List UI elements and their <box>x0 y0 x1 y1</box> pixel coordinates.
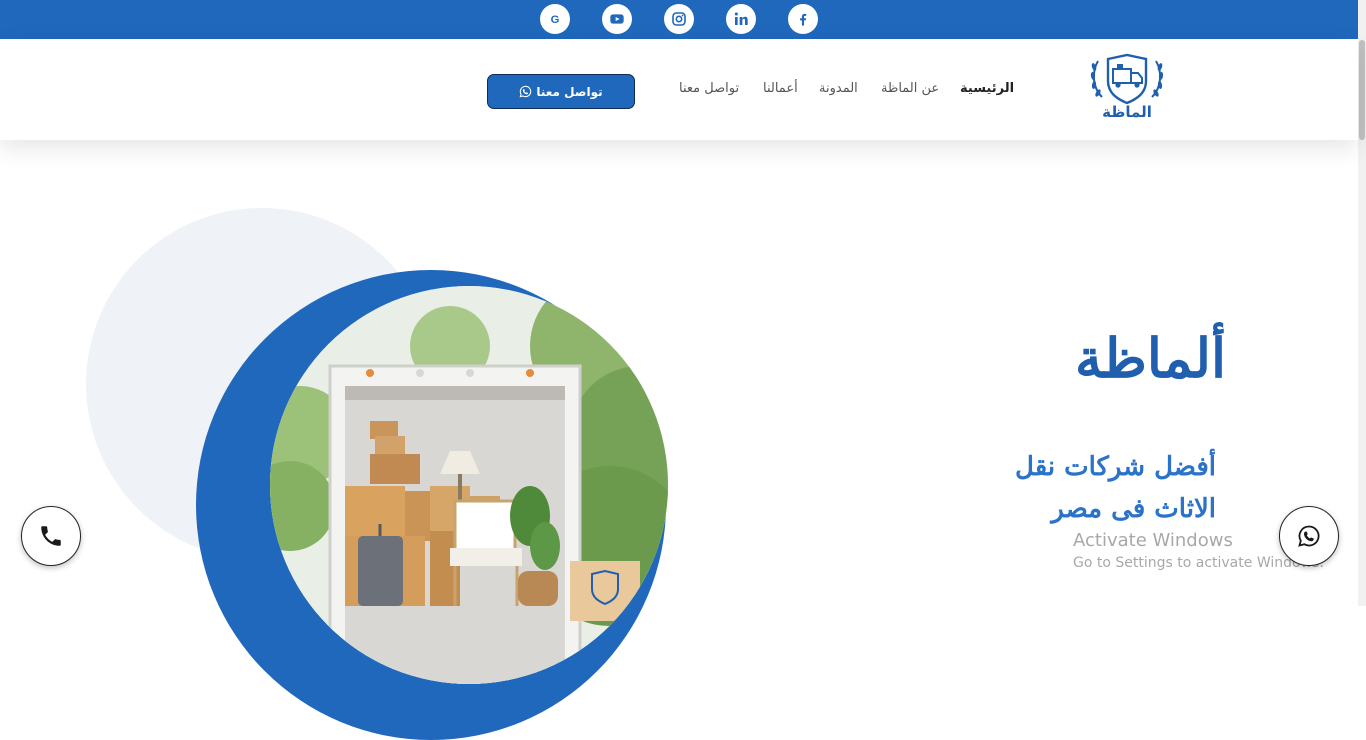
hero-brand-title: ألماظة <box>1074 326 1226 390</box>
nav-blog[interactable]: المدونة <box>819 81 858 96</box>
whatsapp-chat-button[interactable] <box>1279 506 1339 566</box>
phone-call-button[interactable] <box>21 506 81 566</box>
whatsapp-icon <box>519 85 532 98</box>
facebook-icon[interactable] <box>788 4 818 34</box>
linkedin-icon[interactable] <box>726 4 756 34</box>
contact-us-label: تواصل معنا <box>536 84 603 99</box>
phone-icon <box>41 526 61 546</box>
site-logo[interactable]: الماظة <box>1084 53 1170 127</box>
activate-windows-title: Activate Windows <box>1073 530 1233 551</box>
nav-contact[interactable]: تواصل معنا <box>679 81 739 96</box>
svg-text:G: G <box>551 14 560 26</box>
hero-tagline: أفضل شركات نقل الاثاث فى مصر <box>1015 452 1216 524</box>
nav-home[interactable]: الرئيسية <box>960 81 1014 96</box>
page-scrollbar[interactable] <box>1358 0 1366 606</box>
nav-works[interactable]: أعمالنا <box>763 81 798 96</box>
scrollbar-thumb[interactable] <box>1359 40 1365 140</box>
whatsapp-icon <box>1298 525 1320 547</box>
instagram-icon[interactable] <box>664 4 694 34</box>
contact-us-button[interactable]: تواصل معنا <box>487 74 635 109</box>
logo-text: الماظة <box>1102 103 1152 121</box>
moving-truck-image <box>270 286 668 684</box>
social-top-bar: G <box>0 0 1358 39</box>
nav-about[interactable]: عن الماظة <box>881 81 939 96</box>
google-icon[interactable]: G <box>540 4 570 34</box>
logo-emblem-icon <box>1090 53 1164 105</box>
site-header: الماظة الرئيسية عن الماظة المدونة أعمالن… <box>0 39 1358 140</box>
activate-windows-subtitle: Go to Settings to activate Windows. <box>1073 555 1324 571</box>
youtube-icon[interactable] <box>602 4 632 34</box>
